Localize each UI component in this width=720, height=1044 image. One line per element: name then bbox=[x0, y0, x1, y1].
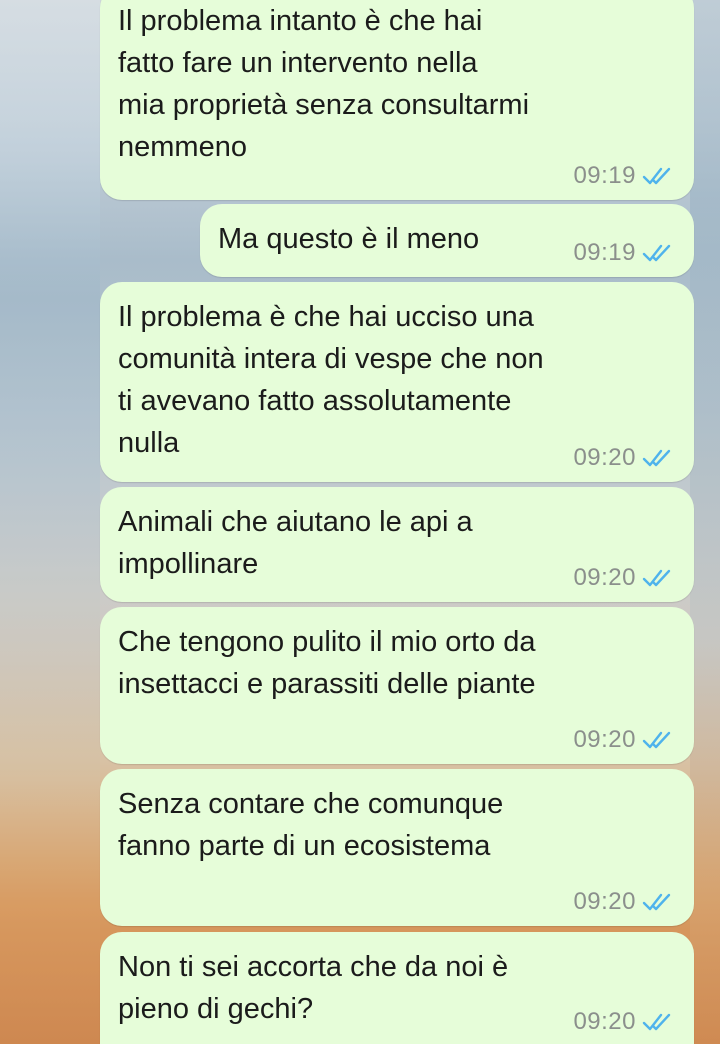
message-bubble[interactable]: Senza contare che comunque fanno parte d… bbox=[100, 769, 694, 926]
message-meta: 09:19 bbox=[573, 239, 672, 267]
read-icon bbox=[642, 731, 671, 749]
message-time: 09:19 bbox=[573, 239, 636, 266]
message-time: 09:20 bbox=[573, 564, 636, 591]
message-text: Il problema intanto è che hai fatto fare… bbox=[118, 5, 530, 163]
message-meta: 09:19 bbox=[573, 162, 672, 190]
message-bubble[interactable]: Il problema è che hai ucciso una comunit… bbox=[100, 282, 694, 482]
read-icon bbox=[642, 167, 671, 185]
message-bubble[interactable]: Non ti sei accorta che da noi è pieno di… bbox=[100, 932, 694, 1044]
message-time: 09:19 bbox=[573, 162, 636, 189]
message-text: Il problema è che hai ucciso una comunit… bbox=[118, 301, 544, 459]
message-meta: 09:20 bbox=[573, 444, 672, 472]
read-icon bbox=[642, 244, 671, 262]
wallpaper-right bbox=[690, 0, 720, 1044]
message-time: 09:20 bbox=[573, 888, 636, 915]
message-meta: 09:20 bbox=[573, 564, 672, 592]
message-bubble[interactable]: Ma questo è il meno 09:19 bbox=[200, 204, 694, 277]
message-time: 09:20 bbox=[573, 1008, 636, 1035]
message-bubble[interactable]: Il problema intanto è che hai fatto fare… bbox=[100, 0, 694, 200]
message-text: Senza contare che comunque fanno parte d… bbox=[118, 788, 504, 862]
wallpaper-left bbox=[0, 0, 100, 1044]
message-time: 09:20 bbox=[573, 444, 636, 471]
message-bubble[interactable]: Animali che aiutano le api a impollinare… bbox=[100, 487, 694, 602]
message-time: 09:20 bbox=[573, 726, 636, 753]
message-text: Che tengono pulito il mio orto da insett… bbox=[118, 626, 536, 700]
message-meta: 09:20 bbox=[573, 1008, 672, 1036]
message-meta: 09:20 bbox=[573, 888, 672, 916]
read-icon bbox=[642, 893, 671, 911]
read-icon bbox=[642, 569, 671, 587]
message-meta: 09:20 bbox=[573, 726, 672, 754]
read-icon bbox=[642, 1013, 671, 1031]
read-icon bbox=[642, 449, 671, 467]
message-bubble[interactable]: Che tengono pulito il mio orto da insett… bbox=[100, 607, 694, 764]
